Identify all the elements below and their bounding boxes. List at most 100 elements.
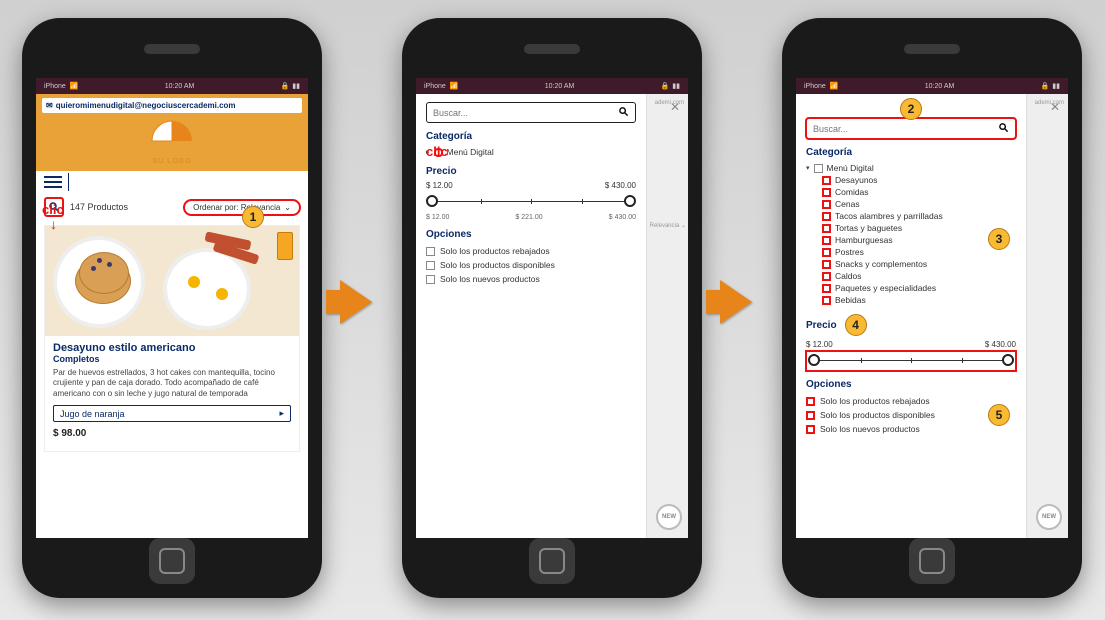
callout-1: 1 bbox=[242, 206, 264, 228]
hamburger-icon[interactable] bbox=[44, 176, 62, 188]
search-input[interactable] bbox=[813, 124, 998, 134]
header-band: ✉ quieromimenudigital@negociuscercademi.… bbox=[36, 94, 308, 171]
checkbox[interactable] bbox=[806, 397, 815, 406]
email-text: quieromimenudigital@negociuscercademi.co… bbox=[56, 101, 236, 110]
clock: 10:20 AM bbox=[165, 83, 195, 90]
clic-annotation: clic bbox=[426, 144, 448, 159]
category-item[interactable]: Desayunos bbox=[806, 174, 1016, 186]
screen-3: iPhone📶 10:20 AM 🔒▮▮ ademi.com NEW ✕ 2 C… bbox=[796, 78, 1068, 538]
new-badge: NEW bbox=[656, 504, 682, 530]
category-item[interactable]: Tortas y baguetes bbox=[806, 222, 1016, 234]
variant-label: Jugo de naranja bbox=[60, 409, 125, 419]
email-row[interactable]: ✉ quieromimenudigital@negociuscercademi.… bbox=[42, 98, 302, 113]
filter-panel: ✕ clic Categoría ▸ Menú Digital Precio $… bbox=[416, 94, 646, 538]
checkbox[interactable] bbox=[822, 248, 831, 257]
logo-caption: SU LOGO bbox=[42, 158, 302, 165]
option-discounted[interactable]: Solo los productos rebajados bbox=[806, 394, 1016, 408]
checkbox[interactable] bbox=[822, 176, 831, 185]
flow-arrow-1 bbox=[340, 280, 372, 324]
home-button[interactable] bbox=[909, 538, 955, 584]
price-title: Precio bbox=[806, 320, 837, 331]
slider-handle-max[interactable] bbox=[1002, 354, 1014, 366]
home-button[interactable] bbox=[149, 538, 195, 584]
filter-panel: ✕ 2 Categoría ▾ Menú Digital 3 Desayunos… bbox=[796, 94, 1026, 538]
slider-handle-max[interactable] bbox=[624, 195, 636, 207]
options-title: Opciones bbox=[426, 229, 636, 240]
product-price: $ 98.00 bbox=[45, 422, 299, 445]
category-label: Menú Digital bbox=[827, 163, 874, 173]
checkbox[interactable] bbox=[822, 200, 831, 209]
slider-handle-min[interactable] bbox=[808, 354, 820, 366]
option-available[interactable]: Solo los productos disponibles bbox=[426, 258, 636, 272]
close-icon[interactable]: ✕ bbox=[670, 100, 680, 114]
search-icon bbox=[998, 122, 1009, 135]
home-button[interactable] bbox=[529, 538, 575, 584]
checkbox[interactable] bbox=[426, 247, 435, 256]
product-subtitle: Completos bbox=[45, 354, 299, 368]
category-item[interactable]: Snacks y complementos bbox=[806, 258, 1016, 270]
option-available[interactable]: Solo los productos disponibles bbox=[806, 408, 1016, 422]
checkbox[interactable] bbox=[822, 188, 831, 197]
checkbox[interactable] bbox=[822, 272, 831, 281]
category-item[interactable]: Postres bbox=[806, 246, 1016, 258]
options-title: Opciones bbox=[806, 379, 1016, 390]
option-new[interactable]: Solo los nuevos productos bbox=[426, 272, 636, 286]
phone-frame-2: iPhone📶 10:20 AM 🔒▮▮ ademi.com Relevanci… bbox=[402, 18, 702, 598]
caret-icon: ▸ bbox=[279, 408, 284, 419]
checkbox[interactable] bbox=[806, 425, 815, 434]
callout-3: 3 bbox=[988, 228, 1010, 250]
collapse-icon[interactable]: ▾ bbox=[806, 164, 810, 172]
option-discounted[interactable]: Solo los productos rebajados bbox=[426, 244, 636, 258]
price-slider[interactable] bbox=[426, 192, 636, 212]
category-label: Tortas y baguetes bbox=[835, 223, 902, 233]
search-input-row[interactable] bbox=[426, 102, 636, 123]
backdrop: ademi.com Relevancia ⌄ NEW bbox=[646, 94, 688, 538]
category-root[interactable]: ▾ Menú Digital bbox=[806, 162, 1016, 174]
slider-handle-min[interactable] bbox=[426, 195, 438, 207]
flow-arrow-2 bbox=[720, 280, 752, 324]
category-label: Hamburguesas bbox=[835, 235, 893, 245]
category-label: Caldos bbox=[835, 271, 861, 281]
category-item[interactable]: Bebidas bbox=[806, 294, 1016, 306]
search-input[interactable] bbox=[433, 108, 618, 118]
backdrop: ademi.com NEW bbox=[1026, 94, 1068, 538]
checkbox[interactable] bbox=[822, 212, 831, 221]
product-card[interactable]: Desayuno estilo americano Completos Par … bbox=[44, 225, 300, 452]
checkbox[interactable] bbox=[806, 411, 815, 420]
option-new[interactable]: Solo los nuevos productos bbox=[806, 422, 1016, 436]
category-label: Snacks y complementos bbox=[835, 259, 927, 269]
category-item[interactable]: Cenas bbox=[806, 198, 1016, 210]
category-label: Tacos alambres y parrilladas bbox=[835, 211, 943, 221]
category-item[interactable]: Paquetes y especialidades bbox=[806, 282, 1016, 294]
checkbox[interactable] bbox=[822, 296, 831, 305]
category-label: Menú Digital bbox=[447, 147, 494, 157]
variant-select[interactable]: Jugo de naranja ▸ bbox=[53, 405, 291, 422]
price-slider[interactable] bbox=[806, 351, 1016, 371]
checkbox[interactable] bbox=[822, 260, 831, 269]
status-bar: iPhone📶 10:20 AM 🔒▮▮ bbox=[416, 78, 688, 94]
checkbox[interactable] bbox=[822, 236, 831, 245]
checkbox[interactable] bbox=[822, 224, 831, 233]
checkbox[interactable] bbox=[426, 275, 435, 284]
checkbox[interactable] bbox=[822, 284, 831, 293]
category-label: Cenas bbox=[835, 199, 860, 209]
search-input-row[interactable] bbox=[806, 118, 1016, 139]
price-min: $ 12.00 bbox=[806, 340, 833, 349]
checkbox[interactable] bbox=[426, 261, 435, 270]
logo bbox=[142, 117, 202, 158]
phone-frame-3: iPhone📶 10:20 AM 🔒▮▮ ademi.com NEW ✕ 2 C… bbox=[782, 18, 1082, 598]
category-item[interactable]: Comidas bbox=[806, 186, 1016, 198]
arrow-down-icon: ↓ bbox=[50, 216, 57, 232]
price-max: $ 430.00 bbox=[605, 181, 636, 190]
search-icon bbox=[618, 106, 629, 119]
status-bar: iPhone📶 10:20 AM 🔒▮▮ bbox=[796, 78, 1068, 94]
category-label: Desayunos bbox=[835, 175, 878, 185]
checkbox[interactable] bbox=[814, 164, 823, 173]
category-label: Postres bbox=[835, 247, 864, 257]
category-item[interactable]: Tacos alambres y parrilladas bbox=[806, 210, 1016, 222]
category-label: Bebidas bbox=[835, 295, 866, 305]
category-root[interactable]: ▸ Menú Digital bbox=[426, 146, 636, 158]
category-item[interactable]: Hamburguesas bbox=[806, 234, 1016, 246]
category-item[interactable]: Caldos bbox=[806, 270, 1016, 282]
price-min: $ 12.00 bbox=[426, 181, 453, 190]
